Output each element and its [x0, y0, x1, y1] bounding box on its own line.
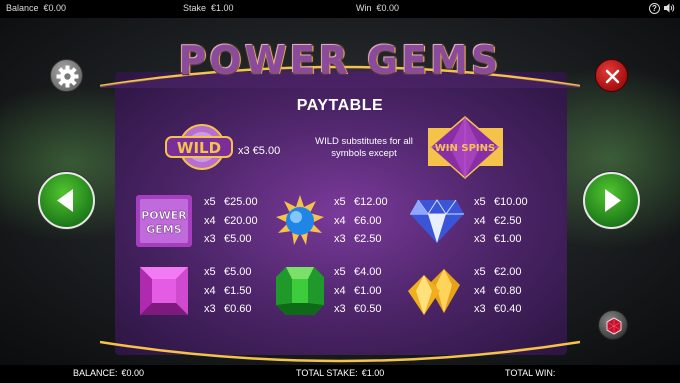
blue-gem-payouts: x5 €12.00 x4 €6.00 x3 €2.50 [334, 193, 388, 249]
payout-row: x5 €12.00 [334, 196, 388, 208]
bottom-balance-value: €0.00 [121, 368, 145, 378]
game-logo: POWER GEMS [178, 38, 502, 82]
wild-payout: x3 €5.00 [238, 145, 280, 157]
wild-substitution-note: WILD substitutes for all symbols except [315, 136, 413, 159]
close-icon [605, 69, 620, 84]
payout-row: x3 €0.60 [204, 303, 252, 315]
wild-value: €5.00 [252, 145, 281, 157]
yellow-gems-payouts: x5 €2.00 x4 €0.80 x3 €0.40 [474, 263, 522, 319]
payout-row: x3 €2.50 [334, 233, 382, 245]
yellow-gems-icon [408, 269, 460, 315]
arrow-right-icon [605, 189, 621, 212]
payout-row: x3 €1.00 [474, 233, 522, 245]
pink-gem-icon [140, 267, 188, 315]
ruby-icon [606, 317, 622, 335]
stake-label: Stake [183, 3, 207, 13]
balance-value: €0.00 [43, 3, 67, 13]
bottom-status-bar: BALANCE: €0.00 TOTAL STAKE: €1.00 TOTAL WI… [0, 365, 680, 383]
payout-row: x4 €20.00 [204, 214, 258, 227]
win-spins-badge-text: WIN SPINS [435, 143, 495, 154]
gamble-button[interactable] [598, 310, 628, 340]
gear-icon [56, 65, 79, 88]
pink-gem-payouts: x5 €5.00 x4 €1.50 x3 €0.60 [204, 263, 252, 319]
power-gems-payouts: x5 €25.00 x4 €20.00 x3 €5.00 [204, 193, 258, 249]
close-button[interactable] [595, 59, 628, 92]
payout-row: x5 €5.00 [204, 266, 252, 278]
wild-badge-text: WILD [177, 139, 221, 157]
paytable-title: PAYTABLE [296, 97, 384, 114]
total-win: TOTAL WIN: [505, 368, 559, 378]
sound-icon[interactable] [663, 2, 675, 14]
win-label: Win [356, 3, 372, 13]
wild-symbol-icon: WILD [165, 124, 233, 170]
stake-value: €1.00 [211, 3, 234, 13]
arrow-left-icon [57, 189, 73, 212]
stake-display: Stake €1.00 [183, 3, 234, 13]
wild-multiplier: x3 [238, 145, 250, 157]
blue-gem-icon [276, 195, 324, 245]
payout-row: x4 €1.50 [204, 284, 252, 297]
diamond-icon [410, 199, 464, 243]
balance-display: Balance €0.00 [6, 3, 66, 13]
payout-row: x3 €5.00 [204, 233, 252, 245]
gems-badge-text: GEMS [146, 223, 181, 236]
payout-row: x4 €2.50 [474, 214, 522, 227]
bottom-balance-label: BALANCE: [73, 368, 118, 378]
total-stake: TOTAL STAKE: €1.00 [296, 368, 384, 378]
payout-row: x3 €0.50 [334, 303, 382, 315]
top-status-bar: Balance €0.00 Stake €1.00 Win €0.00 ? [0, 0, 680, 18]
power-gems-symbol-icon: POWER GEMS [136, 195, 192, 247]
payout-row: x5 €4.00 [334, 266, 382, 278]
win-display: Win €0.00 [356, 3, 399, 13]
payout-row: x4 €1.00 [334, 284, 382, 297]
payout-row: x5 €2.00 [474, 266, 522, 278]
previous-page-button[interactable] [38, 172, 95, 229]
payout-row: x4 €6.00 [334, 214, 382, 227]
power-badge-text: POWER [141, 209, 187, 222]
payout-row: x5 €10.00 [474, 196, 528, 208]
win-value: €0.00 [376, 3, 400, 13]
green-gem-icon [276, 267, 324, 315]
payout-row: x5 €25.00 [204, 196, 258, 208]
win-spins-symbol-icon: WIN SPINS [428, 116, 503, 180]
next-page-button[interactable] [583, 172, 640, 229]
help-icon[interactable]: ? [649, 3, 660, 14]
green-gem-payouts: x5 €4.00 x4 €1.00 x3 €0.50 [334, 263, 382, 319]
payout-row: x4 €0.80 [474, 284, 522, 297]
payout-row: x3 €0.40 [474, 303, 522, 315]
total-stake-value: €1.00 [361, 368, 385, 378]
total-stake-label: TOTAL STAKE: [296, 368, 358, 378]
diamond-payouts: x5 €10.00 x4 €2.50 x3 €1.00 [474, 193, 528, 249]
balance-label: Balance [6, 3, 39, 13]
settings-button[interactable] [50, 59, 83, 92]
total-win-label: TOTAL WIN: [505, 368, 556, 378]
bottom-balance: BALANCE: €0.00 [73, 368, 144, 378]
